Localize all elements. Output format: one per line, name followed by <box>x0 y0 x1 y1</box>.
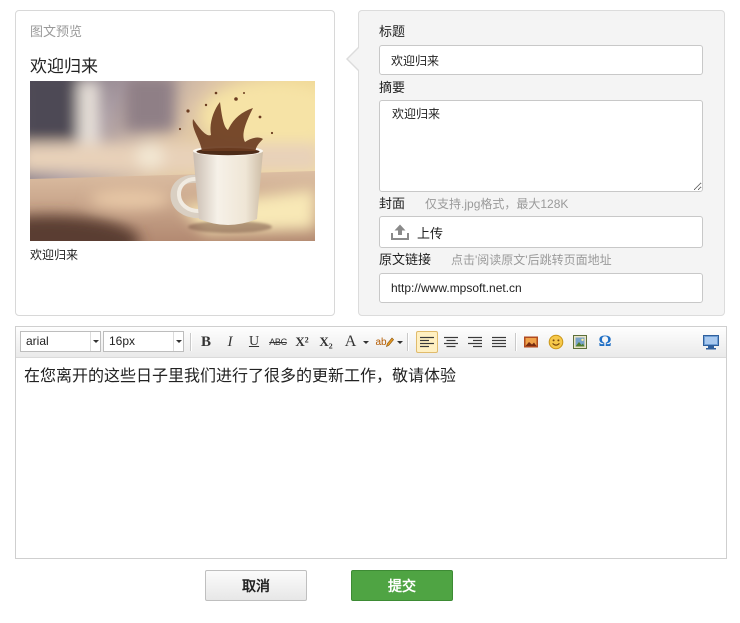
font-color-button[interactable]: A <box>338 331 370 353</box>
font-size-value: 16px <box>109 334 136 348</box>
chevron-down-icon <box>90 332 100 351</box>
preview-caption: 欢迎归来 <box>30 248 79 262</box>
subscript-button[interactable]: X₂ <box>314 331 338 353</box>
source-view-icon <box>703 335 719 350</box>
align-justify-icon <box>492 336 506 348</box>
toolbar-separator <box>515 333 516 351</box>
article-form-panel: 标题 摘要 欢迎归来 封面 仅支持.jpg格式，最大128K 上传 原文链接 点击'… <box>346 10 725 316</box>
italic-button[interactable]: I <box>218 331 242 353</box>
align-right-icon <box>468 336 482 348</box>
chevron-down-icon[interactable] <box>397 340 403 344</box>
upload-label: 上传 <box>417 225 444 241</box>
cancel-button[interactable]: 取消 <box>205 570 307 601</box>
highlight-glyph: ab <box>373 336 396 348</box>
emoji-button[interactable] <box>545 331 567 353</box>
strikethrough-button[interactable]: ABC <box>266 331 290 353</box>
photo-bokeh <box>30 81 315 173</box>
cover-hint: 仅支持.jpg格式，最大128K <box>425 197 569 211</box>
underline-icon: U <box>248 334 260 349</box>
source-link-hint: 点击'阅读原文'后跳转页面地址 <box>451 253 612 267</box>
bold-icon: B <box>200 333 211 350</box>
chevron-down-icon[interactable] <box>363 340 369 344</box>
insert-image-button[interactable] <box>520 331 542 353</box>
font-size-select[interactable]: 16px <box>103 331 184 352</box>
editor-toolbar: arial 16px B I U ABC X² X₂ A ab Ω <box>16 327 726 358</box>
preview-header: 图文预览 <box>30 24 83 39</box>
preview-title: 欢迎归来 <box>30 57 98 76</box>
subscript-icon: X₂ <box>319 334 333 349</box>
chevron-down-icon <box>173 332 183 351</box>
source-link-label: 原文链接 点击'阅读原文'后跳转页面地址 <box>379 252 612 268</box>
align-left-button[interactable] <box>416 331 438 353</box>
font-family-select[interactable]: arial <box>20 331 101 352</box>
underline-button[interactable]: U <box>242 331 266 353</box>
title-input[interactable] <box>379 45 703 75</box>
preview-cover-image <box>30 81 315 241</box>
summary-label-text: 摘要 <box>379 80 406 95</box>
toolbar-separator <box>407 333 408 351</box>
superscript-icon: X² <box>295 334 309 349</box>
upload-cover-button[interactable]: 上传 <box>379 216 703 248</box>
summary-label: 摘要 <box>379 80 405 96</box>
highlight-button[interactable]: ab <box>372 331 404 353</box>
align-center-icon <box>444 336 458 348</box>
bold-button[interactable]: B <box>194 331 218 353</box>
align-right-button[interactable] <box>464 331 486 353</box>
font-color-icon: A <box>344 333 357 350</box>
strikethrough-icon: ABC <box>269 337 287 347</box>
rich-text-editor: arial 16px B I U ABC X² X₂ A ab Ω 在您离开的这… <box>15 326 727 559</box>
source-link-label-text: 原文链接 <box>379 252 432 267</box>
upload-icon <box>391 224 409 240</box>
title-label: 标题 <box>379 24 405 40</box>
toolbar-separator <box>190 333 191 351</box>
cover-label: 封面 仅支持.jpg格式，最大128K <box>379 196 568 212</box>
submit-button[interactable]: 提交 <box>351 570 453 601</box>
special-chars-icon: Ω <box>598 333 612 350</box>
highlight-icon: ab <box>375 336 387 348</box>
insert-picture-icon <box>573 335 587 349</box>
align-justify-button[interactable] <box>488 331 510 353</box>
summary-textarea[interactable]: 欢迎归来 <box>379 100 703 192</box>
italic-icon: I <box>227 333 233 350</box>
insert-picture-button[interactable] <box>569 331 591 353</box>
align-left-icon <box>420 336 434 348</box>
preview-card: 图文预览 欢迎归来 欢迎归来 <box>15 10 335 316</box>
special-chars-button[interactable]: Ω <box>594 331 616 353</box>
cover-label-text: 封面 <box>379 196 406 211</box>
font-family-value: arial <box>26 334 49 348</box>
insert-image-icon <box>524 336 538 348</box>
align-center-button[interactable] <box>440 331 462 353</box>
source-view-button[interactable] <box>700 331 722 353</box>
source-link-input[interactable] <box>379 273 703 303</box>
title-label-text: 标题 <box>379 24 406 39</box>
font-color-glyph: A <box>339 333 362 351</box>
emoji-icon <box>548 334 564 350</box>
editor-content-text: 在您离开的这些日子里我们进行了很多的更新工作，敬请体验 <box>24 368 457 385</box>
superscript-button[interactable]: X² <box>290 331 314 353</box>
editor-content-area[interactable]: 在您离开的这些日子里我们进行了很多的更新工作，敬请体验 <box>16 358 726 558</box>
